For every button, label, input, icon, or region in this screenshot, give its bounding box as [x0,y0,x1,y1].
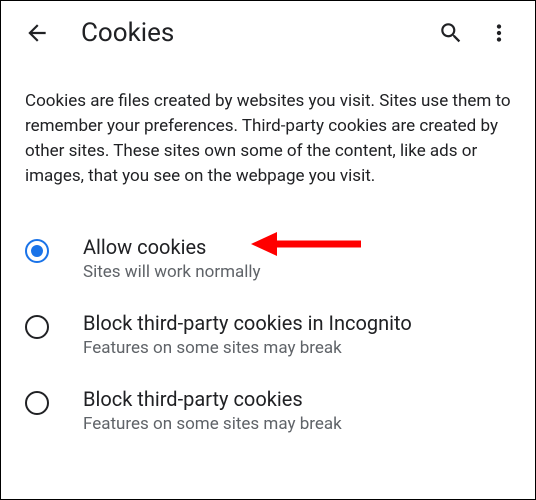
option-sublabel: Sites will work normally [83,262,261,282]
page-title: Cookies [81,18,427,48]
radio-icon [25,391,49,415]
option-label: Block third-party cookies [83,386,342,412]
radio-icon [25,239,49,263]
option-sublabel: Features on some sites may break [83,414,342,434]
option-block-third-party[interactable]: Block third-party cookies Features on so… [1,372,535,448]
more-button[interactable] [475,9,523,57]
option-text: Block third-party cookies Features on so… [83,386,342,434]
search-icon [438,20,464,46]
back-button[interactable] [13,9,61,57]
description-text: Cookies are files created by websites yo… [1,65,535,202]
annotation-arrow-icon [251,224,371,264]
option-text: Allow cookies Sites will work normally [83,234,261,282]
radio-icon [25,315,49,339]
options-list: Allow cookies Sites will work normally B… [1,202,535,448]
option-sublabel: Features on some sites may break [83,338,412,358]
option-label: Allow cookies [83,234,261,260]
search-button[interactable] [427,9,475,57]
option-block-incognito[interactable]: Block third-party cookies in Incognito F… [1,296,535,372]
option-text: Block third-party cookies in Incognito F… [83,310,412,358]
option-label: Block third-party cookies in Incognito [83,310,412,336]
more-vert-icon [486,20,512,46]
header: Cookies [1,1,535,65]
arrow-back-icon [24,20,50,46]
option-allow-cookies[interactable]: Allow cookies Sites will work normally [1,220,535,296]
